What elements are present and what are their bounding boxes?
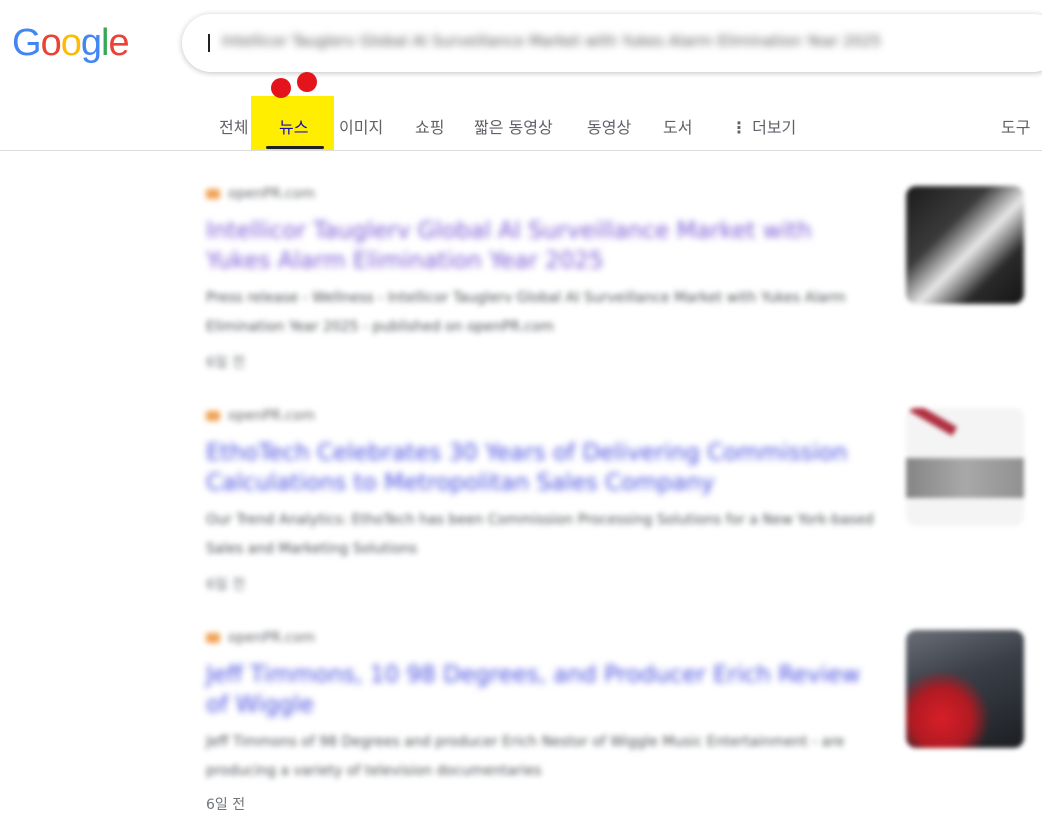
source-name: openPR.com — [228, 408, 315, 424]
logo-letter: g — [80, 22, 102, 64]
result-source[interactable]: openPR.com — [206, 186, 315, 202]
tab-more[interactable]: ⋮ 더보기 — [731, 114, 796, 138]
logo-letter: G — [12, 22, 42, 64]
source-name: openPR.com — [228, 186, 315, 202]
result-snippet: Press release - Wellness - Intellicor Ta… — [206, 290, 846, 335]
news-result: openPR.com Jeff Timmons, 10 98 Degrees, … — [206, 630, 1036, 822]
logo-letter: l — [100, 22, 110, 64]
tab-more-label: 더보기 — [752, 118, 797, 137]
search-input[interactable]: Intellicor Tauglerv Global AI Surveillan… — [222, 32, 881, 50]
source-favicon-icon — [206, 189, 220, 199]
search-box[interactable]: Intellicor Tauglerv Global AI Surveillan… — [182, 14, 1042, 72]
logo-letter: e — [108, 22, 129, 64]
search-tabs: 전체 뉴스 이미지 쇼핑 짧은 동영상 동영상 도서 ⋮ 더보기 도구 — [0, 96, 1042, 151]
text-cursor — [208, 34, 210, 52]
tab-videos[interactable]: 동영상 — [587, 114, 631, 138]
result-date: 6일 전 — [206, 577, 246, 593]
thumbnail-logo-text — [906, 458, 1024, 498]
result-date: 6일 전 — [206, 797, 246, 813]
tab-books[interactable]: 도서 — [663, 114, 692, 138]
result-source[interactable]: openPR.com — [206, 408, 315, 424]
result-title[interactable]: Intellicor Tauglerv Global AI Surveillan… — [206, 216, 866, 276]
source-favicon-icon — [206, 633, 220, 643]
tab-all[interactable]: 전체 — [219, 114, 248, 138]
logo-letter: o — [40, 22, 62, 64]
thumbnail-logo-mark — [908, 408, 958, 436]
tab-images[interactable]: 이미지 — [339, 114, 383, 138]
result-title[interactable]: Jeff Timmons, 10 98 Degrees, and Produce… — [206, 660, 866, 720]
result-snippet: Jeff Timmons of 98 Degrees and producer … — [206, 734, 845, 779]
source-name: openPR.com — [228, 630, 315, 646]
active-tab-indicator — [266, 146, 324, 149]
result-thumbnail[interactable] — [906, 630, 1024, 748]
tab-tools[interactable]: 도구 — [1001, 114, 1030, 138]
google-logo[interactable]: Google — [12, 22, 130, 65]
more-vert-icon: ⋮ — [731, 118, 747, 137]
tab-news[interactable]: 뉴스 — [279, 114, 308, 138]
logo-letter: o — [60, 22, 82, 64]
tab-shorts[interactable]: 짧은 동영상 — [474, 114, 553, 138]
annotation-dot — [271, 78, 291, 98]
result-date: 6일 전 — [206, 355, 246, 371]
source-favicon-icon — [206, 411, 220, 421]
tab-shopping[interactable]: 쇼핑 — [415, 114, 444, 138]
result-thumbnail[interactable] — [906, 408, 1024, 526]
result-title[interactable]: EthoTech Celebrates 30 Years of Deliveri… — [206, 438, 866, 498]
news-result: openPR.com EthoTech Celebrates 30 Years … — [206, 408, 1036, 608]
annotation-dot — [297, 72, 317, 92]
result-snippet: Our Trend Analytics: EthoTech has been C… — [206, 512, 874, 557]
result-source[interactable]: openPR.com — [206, 630, 315, 646]
news-result: openPR.com Intellicor Tauglerv Global AI… — [206, 186, 1036, 386]
result-thumbnail[interactable] — [906, 186, 1024, 304]
